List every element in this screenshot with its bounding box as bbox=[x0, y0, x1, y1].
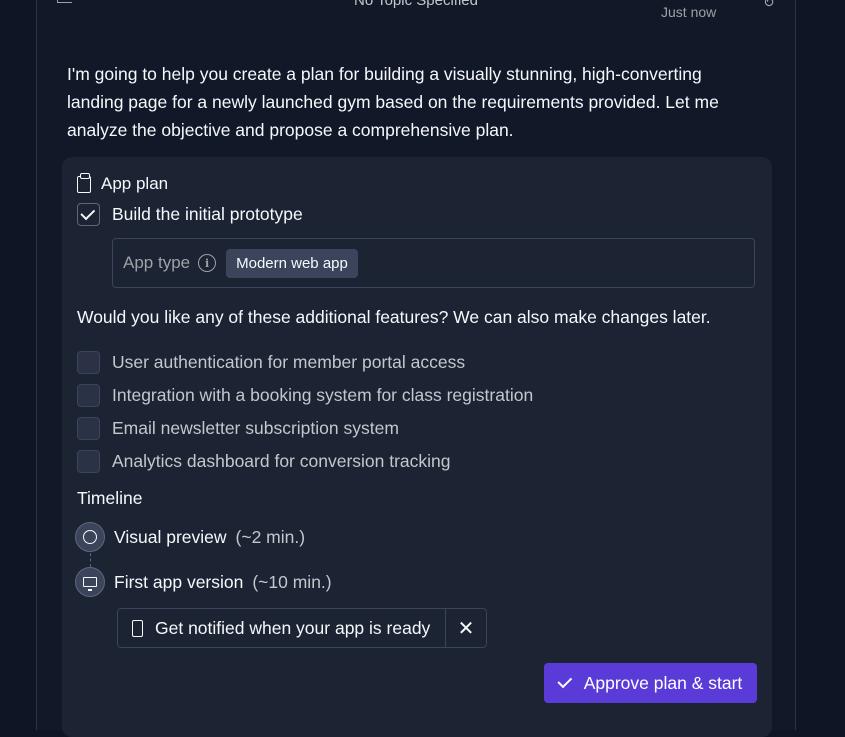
timeline-connector bbox=[90, 553, 91, 567]
timeline-title: Timeline bbox=[77, 488, 143, 508]
feature-label: User authentication for member portal ac… bbox=[112, 352, 466, 372]
approve-plan-button[interactable]: Approve plan & start bbox=[544, 663, 757, 703]
feature-checkbox[interactable] bbox=[77, 351, 100, 374]
app-type-pill[interactable]: Modern web app bbox=[226, 248, 358, 278]
features-question: Would you like any of these additional f… bbox=[77, 307, 711, 327]
notify-label: Get notified when your app is ready bbox=[155, 617, 431, 638]
phone-icon bbox=[132, 619, 143, 637]
check-icon bbox=[80, 204, 96, 220]
app-type-field: App type i Modern web app bbox=[112, 238, 755, 288]
approve-label: Approve plan & start bbox=[583, 672, 743, 693]
step-duration: (~10 min.) bbox=[252, 571, 332, 592]
app-plan-header: App plan bbox=[77, 172, 169, 194]
chat-header: No Topic Specified Just now ↻ bbox=[37, 0, 795, 20]
app-plan-title: App plan bbox=[101, 174, 169, 193]
feature-item[interactable]: User authentication for member portal ac… bbox=[77, 351, 465, 374]
prototype-label: Build the initial prototype bbox=[112, 204, 303, 224]
feature-item[interactable]: Email newsletter subscription system bbox=[77, 417, 399, 440]
feature-label: Integration with a booking system for cl… bbox=[112, 385, 534, 405]
monitor-icon bbox=[83, 577, 97, 591]
app-plan-card: App plan Build the initial prototype App… bbox=[62, 157, 772, 737]
reaction-icon[interactable]: ↻ bbox=[763, 0, 775, 11]
message-timestamp: Just now bbox=[661, 4, 717, 20]
timeline-step: First app version (~10 min.) bbox=[75, 567, 332, 597]
step-marker bbox=[75, 522, 105, 552]
prototype-checkbox[interactable] bbox=[77, 203, 100, 226]
notify-button[interactable]: Get notified when your app is ready bbox=[118, 609, 445, 647]
check-icon bbox=[557, 673, 572, 689]
app-type-label: App type bbox=[123, 253, 191, 272]
agent-message: I'm going to help you create a plan for … bbox=[67, 64, 719, 140]
info-icon[interactable]: i bbox=[198, 254, 217, 272]
step-label: First app version bbox=[114, 571, 244, 592]
feature-checkbox[interactable] bbox=[77, 450, 100, 473]
chat-panel: No Topic Specified Just now ↻ I'm going … bbox=[36, 0, 796, 737]
feature-label: Email newsletter subscription system bbox=[112, 418, 399, 438]
clipboard-icon bbox=[77, 172, 91, 193]
notify-banner: Get notified when your app is ready ✕ bbox=[117, 608, 487, 648]
close-icon[interactable]: ✕ bbox=[445, 609, 486, 647]
prototype-item[interactable]: Build the initial prototype bbox=[77, 203, 303, 226]
feature-label: Analytics dashboard for conversion track… bbox=[112, 451, 451, 471]
palette-icon bbox=[83, 530, 97, 544]
timeline-step: Visual preview (~2 min.) bbox=[75, 522, 305, 552]
step-duration: (~2 min.) bbox=[235, 526, 306, 547]
step-marker bbox=[75, 567, 105, 597]
feature-checkbox[interactable] bbox=[77, 417, 100, 440]
feature-item[interactable]: Analytics dashboard for conversion track… bbox=[77, 450, 451, 473]
step-label: Visual preview bbox=[114, 526, 227, 547]
feature-checkbox[interactable] bbox=[77, 384, 100, 407]
feature-item[interactable]: Integration with a booking system for cl… bbox=[77, 384, 533, 407]
